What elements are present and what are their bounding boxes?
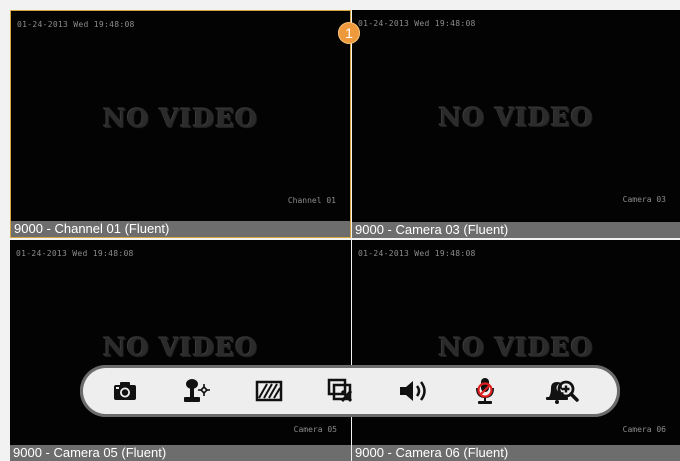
timestamp-overlay: 01-24-2013 Wed 19:48:08 (16, 249, 134, 258)
tile-caption: 9000 - Channel 01 (Fluent) (11, 221, 350, 237)
no-video-message: NO VIDEO (438, 103, 594, 132)
image-quality-icon (255, 380, 283, 402)
playback-toolbar (80, 365, 620, 417)
video-tile-camera-06[interactable]: 01-24-2013 Wed 19:48:08 NO VIDEO Camera … (352, 240, 680, 461)
timestamp-overlay: 01-24-2013 Wed 19:48:08 (358, 249, 476, 258)
timestamp-overlay: 01-24-2013 Wed 19:48:08 (17, 20, 135, 29)
tile-caption: 9000 - Camera 03 (Fluent) (352, 222, 680, 238)
camera-overlay-label: Camera 06 (622, 425, 666, 434)
speaker-icon (400, 381, 426, 401)
no-video-message: NO VIDEO (103, 104, 258, 133)
selection-number-badge: 1 (338, 22, 360, 44)
mic-disabled-icon (476, 378, 494, 404)
audio-button[interactable] (398, 377, 428, 405)
snapshot-button[interactable] (110, 377, 140, 405)
camera-overlay-label: Camera 05 (293, 425, 337, 434)
close-window-icon (327, 378, 353, 403)
talk-button[interactable] (470, 377, 500, 405)
tile-caption: 9000 - Camera 05 (Fluent) (10, 445, 351, 461)
video-tile-channel-01[interactable]: 01-24-2013 Wed 19:48:08 NO VIDEO Channel… (10, 10, 351, 238)
tile-caption: 9000 - Camera 06 (Fluent) (352, 445, 680, 461)
video-tile-camera-05[interactable]: 01-24-2013 Wed 19:48:08 NO VIDEO Camera … (10, 240, 351, 461)
zoom-in-icon (557, 380, 579, 402)
ptz-button[interactable] (182, 377, 212, 405)
image-quality-button[interactable] (254, 377, 284, 405)
video-tile-camera-03[interactable]: 01-24-2013 Wed 19:48:08 NO VIDEO Camera … (352, 10, 680, 238)
zoom-button[interactable] (553, 377, 583, 405)
channel-overlay-label: Channel 01 (287, 196, 336, 205)
ptz-icon (184, 379, 210, 402)
camera-overlay-label: Camera 03 (622, 195, 666, 204)
timestamp-overlay: 01-24-2013 Wed 19:48:08 (358, 19, 476, 28)
no-video-message: NO VIDEO (103, 333, 258, 362)
camera-icon (114, 382, 136, 400)
stop-window-button[interactable] (326, 377, 356, 405)
no-video-message: NO VIDEO (438, 333, 594, 362)
